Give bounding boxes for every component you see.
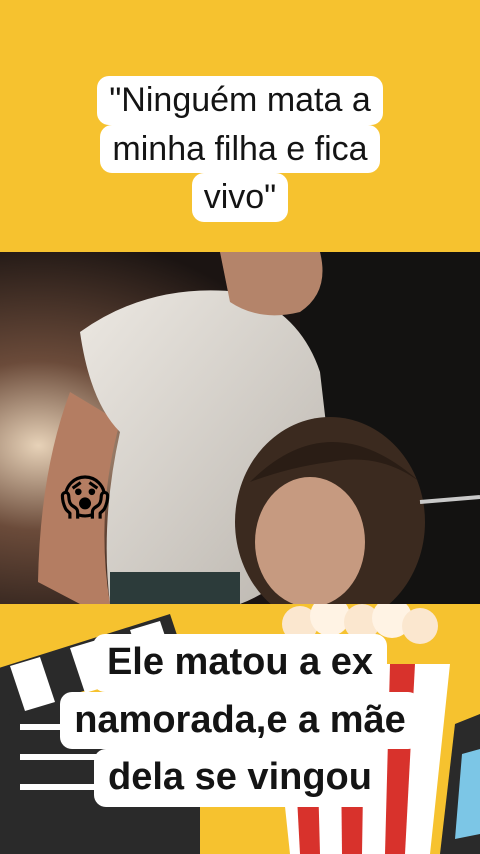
video-frame[interactable]	[0, 252, 480, 604]
top-caption-line-2: minha filha e fica	[100, 124, 380, 173]
screaming-face-emoji: 😱	[59, 472, 111, 525]
bottom-caption-line-1: Ele matou a ex	[92, 634, 388, 692]
bottom-caption-line-2: namorada,e a mãe	[60, 691, 420, 750]
bottom-caption-line-3: dela se vingou	[94, 749, 386, 807]
bottom-caption: Ele matou a ex namorada,e a mãe dela se …	[0, 634, 480, 807]
top-caption-line-1: "Ninguém mata a	[97, 76, 383, 125]
video-scene-illustration	[0, 252, 480, 604]
top-caption: "Ninguém mata a minha filha e fica vivo"	[0, 76, 480, 222]
top-caption-line-3: vivo"	[191, 173, 289, 222]
